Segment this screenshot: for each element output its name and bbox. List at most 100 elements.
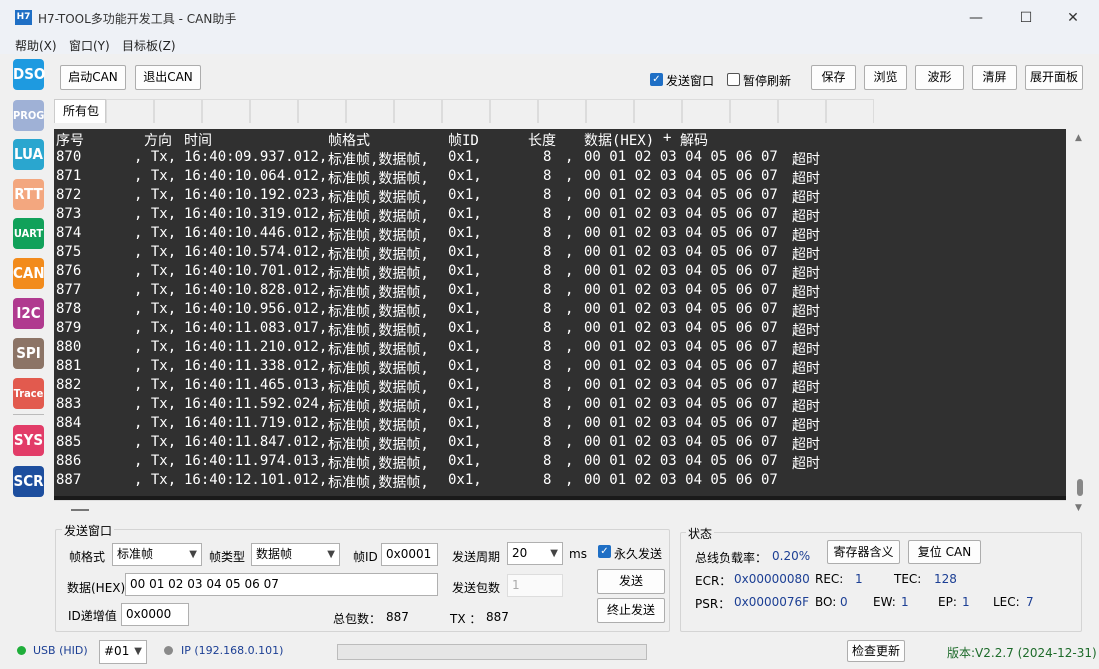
exit-can-button[interactable]: 退出CAN [135, 65, 201, 90]
log-row: 873 , Tx, 16:40:10.319.012, 标准帧,数据帧, 0x1, 8, 0… [54, 206, 1066, 225]
col-decode: 超时 [792, 342, 820, 358]
col-header-seq: 序号 [56, 133, 84, 149]
log-row: 887 , Tx, 16:40:12.101.012, 标准帧,数据帧, 0x1, 8, 0… [54, 472, 1066, 491]
bo-value: 0 [840, 595, 848, 609]
sidebar-lua-button[interactable]: LUA [13, 139, 44, 170]
col-time: 16:40:09.937.012, [184, 149, 328, 165]
sidebar-can-button[interactable]: CAN [13, 258, 45, 289]
tab-empty[interactable] [586, 99, 634, 123]
sidebar-rtt-button[interactable]: RTT [13, 179, 44, 210]
frame-id-input[interactable]: 0x0001 [381, 543, 438, 566]
col-decode: 超时 [792, 437, 820, 453]
clear-screen-button[interactable]: 清屏 [972, 65, 1017, 90]
tab-empty[interactable] [250, 99, 298, 123]
col-length: 8 [543, 377, 552, 393]
menu-help[interactable]: 帮助(X) [15, 37, 57, 54]
lec-label: LEC: [993, 595, 1020, 609]
id-increment-input[interactable]: 0x0000 [121, 603, 189, 626]
tab-empty[interactable] [346, 99, 394, 123]
bus-load-value: 0.20% [772, 549, 811, 563]
sidebar-dso-button[interactable]: DSO [13, 59, 45, 90]
forever-send-checkbox[interactable]: ✓ [598, 545, 611, 558]
sidebar-trace-button[interactable]: Trace [13, 378, 44, 409]
tab-empty[interactable] [442, 99, 490, 123]
col-separator: , [565, 149, 574, 165]
tab-empty[interactable] [778, 99, 826, 123]
col-separator: , [565, 282, 574, 298]
tab-empty[interactable] [682, 99, 730, 123]
send-window-label: 发送窗口 [666, 74, 715, 88]
packet-log-console[interactable]: 序号 方向 时间 帧格式 帧ID 长度 数据(HEX) + 解码 870 , Tx… [54, 129, 1066, 496]
tab-strip: 所有包 [54, 99, 874, 123]
tab-empty[interactable] [154, 99, 202, 123]
col-time: 16:40:11.465.013, [184, 377, 328, 393]
register-meaning-button[interactable]: 寄存器含义 [827, 540, 900, 564]
col-data: 00 01 02 03 04 05 06 07 [584, 320, 778, 336]
pause-refresh-checkbox[interactable] [727, 73, 740, 86]
close-button[interactable]: ✕ [1061, 8, 1085, 28]
log-row: 874 , Tx, 16:40:10.446.012, 标准帧,数据帧, 0x1, 8, 0… [54, 225, 1066, 244]
expand-panel-button[interactable]: 展开面板 [1025, 65, 1083, 90]
maximize-button[interactable]: ☐ [1014, 8, 1038, 28]
ew-value: 1 [901, 595, 909, 609]
send-period-select[interactable]: 20 ▼ [507, 542, 563, 565]
data-hex-input[interactable]: 00 01 02 03 04 05 06 07 [125, 573, 438, 596]
tab-empty[interactable] [730, 99, 778, 123]
horizontal-scroll-thumb[interactable] [71, 509, 89, 511]
col-decode: 超时 [792, 152, 820, 168]
menu-window[interactable]: 窗口(Y) [69, 37, 110, 54]
version-label: 版本:V2.2.7 (2024-12-31) [947, 646, 1097, 660]
col-time: 16:40:10.192.023, [184, 187, 328, 203]
tab-empty[interactable] [826, 99, 874, 123]
tab-all-packets[interactable]: 所有包 [54, 99, 106, 123]
tab-empty[interactable] [298, 99, 346, 123]
tab-empty[interactable] [490, 99, 538, 123]
check-update-button[interactable]: 检查更新 [847, 640, 905, 662]
sidebar-uart-button[interactable]: UART [13, 218, 44, 249]
menu-bar: 帮助(X) 窗口(Y) 目标板(Z) [0, 34, 1099, 54]
reset-can-button[interactable]: 复位 CAN [908, 540, 981, 564]
col-seq: 877 [56, 282, 82, 298]
send-count-input[interactable]: 1 [507, 574, 563, 597]
send-window-checkbox[interactable]: ✓ [650, 73, 663, 86]
frame-type-label: 帧类型 [209, 550, 246, 564]
sidebar-prog-button[interactable]: PROG [13, 100, 44, 131]
col-id: 0x1, [448, 320, 482, 336]
frame-format-select[interactable]: 标准帧 ▼ [112, 543, 202, 566]
sidebar-sys-button[interactable]: SYS [13, 425, 44, 456]
chevron-down-icon: ▼ [550, 548, 558, 559]
send-button[interactable]: 发送 [597, 569, 665, 594]
browse-button[interactable]: 浏览 [864, 65, 907, 90]
tab-empty[interactable] [634, 99, 682, 123]
tab-empty[interactable] [538, 99, 586, 123]
sidebar-spi-button[interactable]: SPI [13, 338, 44, 369]
waveform-button[interactable]: 波形 [915, 65, 964, 90]
col-direction: , Tx, [134, 244, 177, 260]
log-vertical-scrollbar[interactable]: ▲ ▼ [1071, 129, 1088, 517]
col-data: 00 01 02 03 04 05 06 07 [584, 472, 778, 488]
menu-target-board[interactable]: 目标板(Z) [122, 37, 176, 54]
send-period-label: 发送周期 [452, 550, 501, 564]
device-select[interactable]: #01 ▼ [99, 640, 147, 664]
col-format: 标准帧,数据帧, [328, 399, 429, 415]
stop-send-button[interactable]: 终止发送 [597, 598, 665, 623]
save-button[interactable]: 保存 [811, 65, 856, 90]
start-can-button[interactable]: 启动CAN [60, 65, 126, 90]
tab-empty[interactable] [394, 99, 442, 123]
minimize-button[interactable]: — [964, 8, 988, 28]
col-id: 0x1, [448, 415, 482, 431]
frame-type-select[interactable]: 数据帧 ▼ [251, 543, 340, 566]
scroll-up-icon[interactable]: ▲ [1075, 133, 1082, 143]
col-id: 0x1, [448, 453, 482, 469]
tab-empty[interactable] [202, 99, 250, 123]
tab-empty[interactable] [106, 99, 154, 123]
vertical-scroll-thumb[interactable] [1077, 479, 1083, 496]
sidebar-i2c-button[interactable]: I2C [13, 298, 44, 329]
scroll-down-icon[interactable]: ▼ [1075, 503, 1082, 513]
sidebar-scr-button[interactable]: SCR [13, 466, 44, 497]
col-decode: 超时 [792, 418, 820, 434]
tx-label: TX ： [450, 612, 482, 626]
col-header-format: 帧格式 [328, 133, 370, 149]
col-length: 8 [543, 168, 552, 184]
log-horizontal-scrollbar[interactable] [54, 500, 1066, 517]
